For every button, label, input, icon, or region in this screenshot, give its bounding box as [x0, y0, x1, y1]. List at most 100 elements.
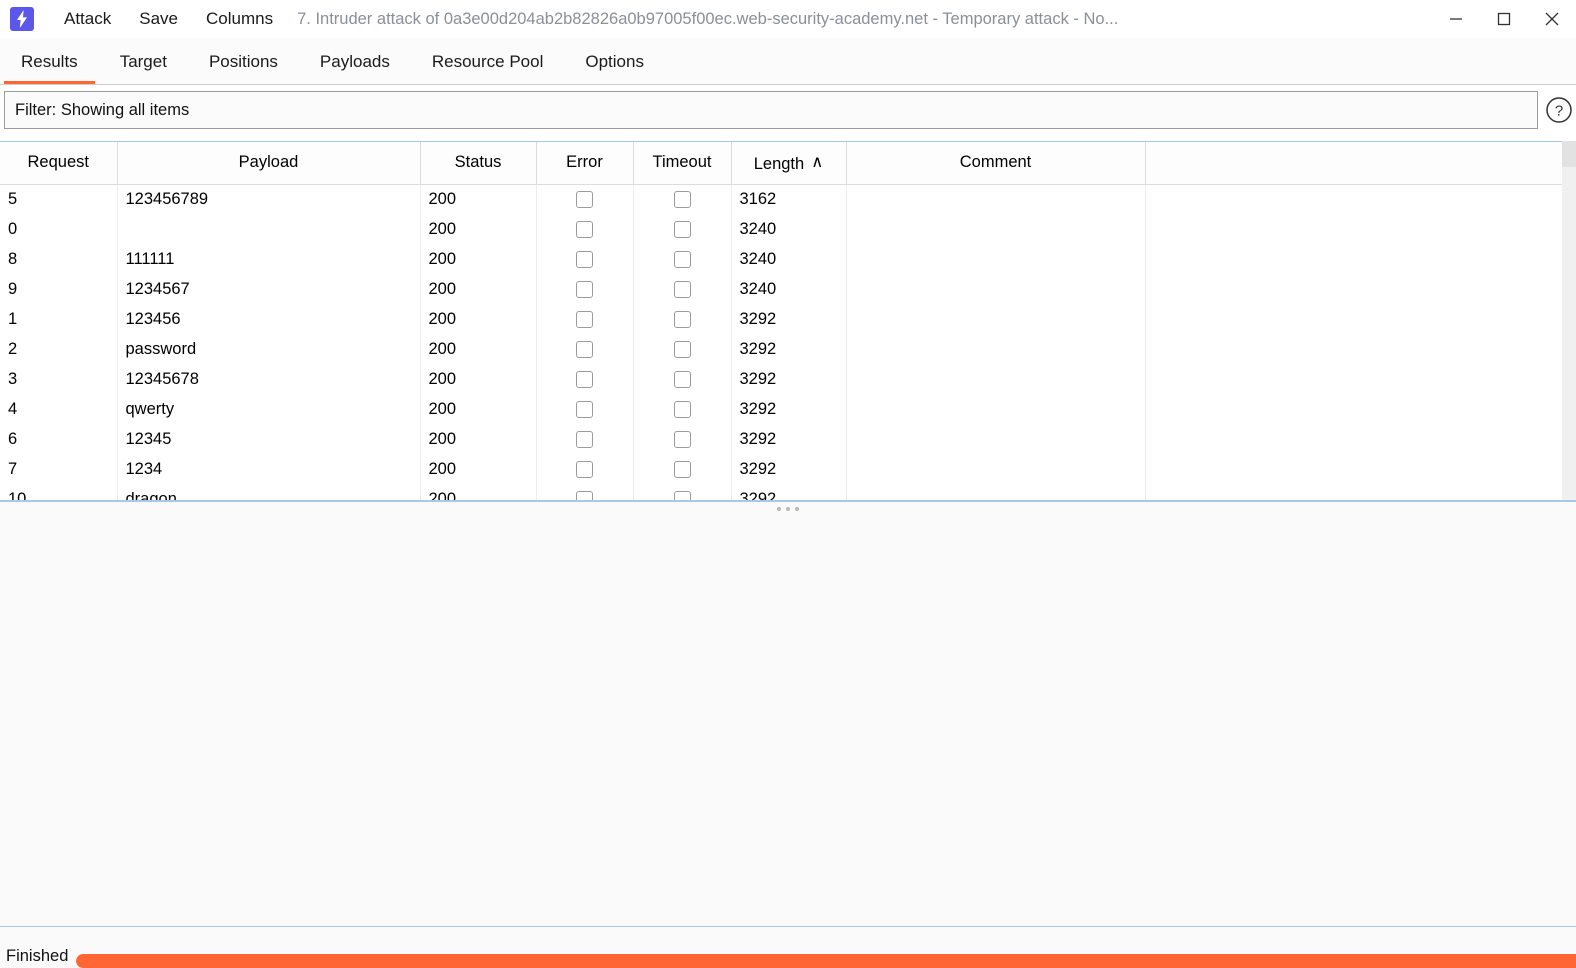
- cell-timeout-checkbox[interactable]: [633, 454, 732, 484]
- checkbox-icon[interactable]: [673, 400, 691, 418]
- menu-item-save[interactable]: Save: [125, 0, 192, 38]
- menu-item-attack[interactable]: Attack: [50, 0, 125, 38]
- scrollbar-thumb[interactable]: [1562, 141, 1576, 167]
- attack-tab-bar: Results Target Positions Payloads Resour…: [0, 38, 1576, 85]
- table-row[interactable]: 9 1234567 200 3240: [0, 274, 1562, 304]
- column-header-error[interactable]: Error: [536, 142, 634, 185]
- checkbox-icon[interactable]: [576, 280, 593, 298]
- table-row[interactable]: 1 123456 200 3292: [0, 304, 1562, 334]
- column-header-comment[interactable]: Comment: [846, 142, 1146, 185]
- cell-request: 8: [0, 244, 118, 274]
- cell-status: 200: [420, 244, 537, 274]
- cell-error-checkbox[interactable]: [536, 454, 634, 484]
- table-row[interactable]: 5 123456789 200 3162: [0, 184, 1562, 214]
- results-table-container[interactable]: Request Payload Status Error Timeout Len…: [0, 141, 1576, 500]
- checkbox-icon[interactable]: [673, 250, 691, 268]
- minimize-icon[interactable]: [1432, 0, 1480, 38]
- checkbox-icon[interactable]: [673, 190, 691, 208]
- table-row[interactable]: 0 200 3240: [0, 214, 1562, 244]
- cell-error-checkbox[interactable]: [536, 424, 634, 454]
- cell-timeout-checkbox[interactable]: [633, 484, 732, 500]
- cell-timeout-checkbox[interactable]: [633, 364, 732, 394]
- tab-resource-pool[interactable]: Resource Pool: [411, 39, 565, 84]
- checkbox-icon[interactable]: [673, 280, 691, 298]
- checkbox-icon[interactable]: [673, 430, 691, 448]
- cell-timeout-checkbox[interactable]: [633, 304, 732, 334]
- checkbox-icon[interactable]: [576, 430, 593, 448]
- checkbox-icon[interactable]: [673, 490, 691, 500]
- table-row[interactable]: 6 12345 200 3292: [0, 424, 1562, 454]
- column-label: Timeout: [652, 153, 712, 172]
- checkbox-icon[interactable]: [576, 340, 593, 358]
- checkbox-icon[interactable]: [576, 310, 593, 328]
- cell-comment: [846, 184, 1146, 214]
- cell-length: 3240: [731, 274, 847, 304]
- checkbox-icon[interactable]: [673, 340, 691, 358]
- question-mark-icon[interactable]: ?: [1544, 95, 1574, 125]
- tab-payloads[interactable]: Payloads: [299, 39, 411, 84]
- checkbox-icon[interactable]: [576, 460, 593, 478]
- column-header-payload[interactable]: Payload: [117, 142, 421, 185]
- checkbox-icon[interactable]: [576, 190, 593, 208]
- cell-error-checkbox[interactable]: [536, 214, 634, 244]
- table-row[interactable]: 8 111111 200 3240: [0, 244, 1562, 274]
- cell-timeout-checkbox[interactable]: [633, 274, 732, 304]
- cell-status: 200: [420, 424, 537, 454]
- cell-error-checkbox[interactable]: [536, 394, 634, 424]
- table-vertical-scrollbar[interactable]: [1562, 141, 1576, 500]
- menu-item-columns[interactable]: Columns: [192, 0, 287, 38]
- cell-error-checkbox[interactable]: [536, 364, 634, 394]
- column-header-request[interactable]: Request: [0, 142, 118, 185]
- checkbox-icon[interactable]: [576, 220, 593, 238]
- cell-payload: 12345: [117, 424, 421, 454]
- cell-comment: [846, 304, 1146, 334]
- cell-filler: [1145, 424, 1562, 454]
- maximize-icon[interactable]: [1480, 0, 1528, 38]
- filter-bar[interactable]: Filter: Showing all items: [4, 91, 1538, 129]
- checkbox-icon[interactable]: [673, 370, 691, 388]
- cell-timeout-checkbox[interactable]: [633, 334, 732, 364]
- column-header-timeout[interactable]: Timeout: [633, 142, 732, 185]
- close-icon[interactable]: [1528, 0, 1576, 38]
- cell-error-checkbox[interactable]: [536, 484, 634, 500]
- checkbox-icon[interactable]: [673, 220, 691, 238]
- request-response-detail-pane: [0, 514, 1576, 926]
- cell-request: 9: [0, 274, 118, 304]
- tab-target[interactable]: Target: [99, 39, 188, 84]
- checkbox-icon[interactable]: [576, 490, 593, 500]
- cell-error-checkbox[interactable]: [536, 334, 634, 364]
- checkbox-icon[interactable]: [673, 310, 691, 328]
- table-row[interactable]: 2 password 200 3292: [0, 334, 1562, 364]
- cell-request: 6: [0, 424, 118, 454]
- column-header-status[interactable]: Status: [420, 142, 537, 185]
- cell-comment: [846, 424, 1146, 454]
- pane-splitter[interactable]: [0, 500, 1576, 514]
- cell-timeout-checkbox[interactable]: [633, 244, 732, 274]
- tab-positions[interactable]: Positions: [188, 39, 299, 84]
- table-row[interactable]: 10 dragon 200 3292: [0, 484, 1562, 500]
- cell-error-checkbox[interactable]: [536, 184, 634, 214]
- cell-timeout-checkbox[interactable]: [633, 394, 732, 424]
- checkbox-icon[interactable]: [576, 250, 593, 268]
- cell-length: 3292: [731, 304, 847, 334]
- cell-timeout-checkbox[interactable]: [633, 424, 732, 454]
- column-header-length[interactable]: Length ∧: [731, 142, 847, 185]
- cell-status: 200: [420, 394, 537, 424]
- tab-options[interactable]: Options: [564, 39, 665, 84]
- table-row[interactable]: 3 12345678 200 3292: [0, 364, 1562, 394]
- cell-filler: [1145, 304, 1562, 334]
- cell-timeout-checkbox[interactable]: [633, 184, 732, 214]
- column-label: Error: [566, 153, 603, 172]
- table-row[interactable]: 7 1234 200 3292: [0, 454, 1562, 484]
- checkbox-icon[interactable]: [576, 370, 593, 388]
- cell-error-checkbox[interactable]: [536, 304, 634, 334]
- tab-results[interactable]: Results: [0, 39, 99, 84]
- checkbox-icon[interactable]: [673, 460, 691, 478]
- cell-error-checkbox[interactable]: [536, 274, 634, 304]
- cell-timeout-checkbox[interactable]: [633, 214, 732, 244]
- cell-error-checkbox[interactable]: [536, 244, 634, 274]
- checkbox-icon[interactable]: [576, 400, 593, 418]
- cell-filler: [1145, 394, 1562, 424]
- table-row[interactable]: 4 qwerty 200 3292: [0, 394, 1562, 424]
- cell-status: 200: [420, 454, 537, 484]
